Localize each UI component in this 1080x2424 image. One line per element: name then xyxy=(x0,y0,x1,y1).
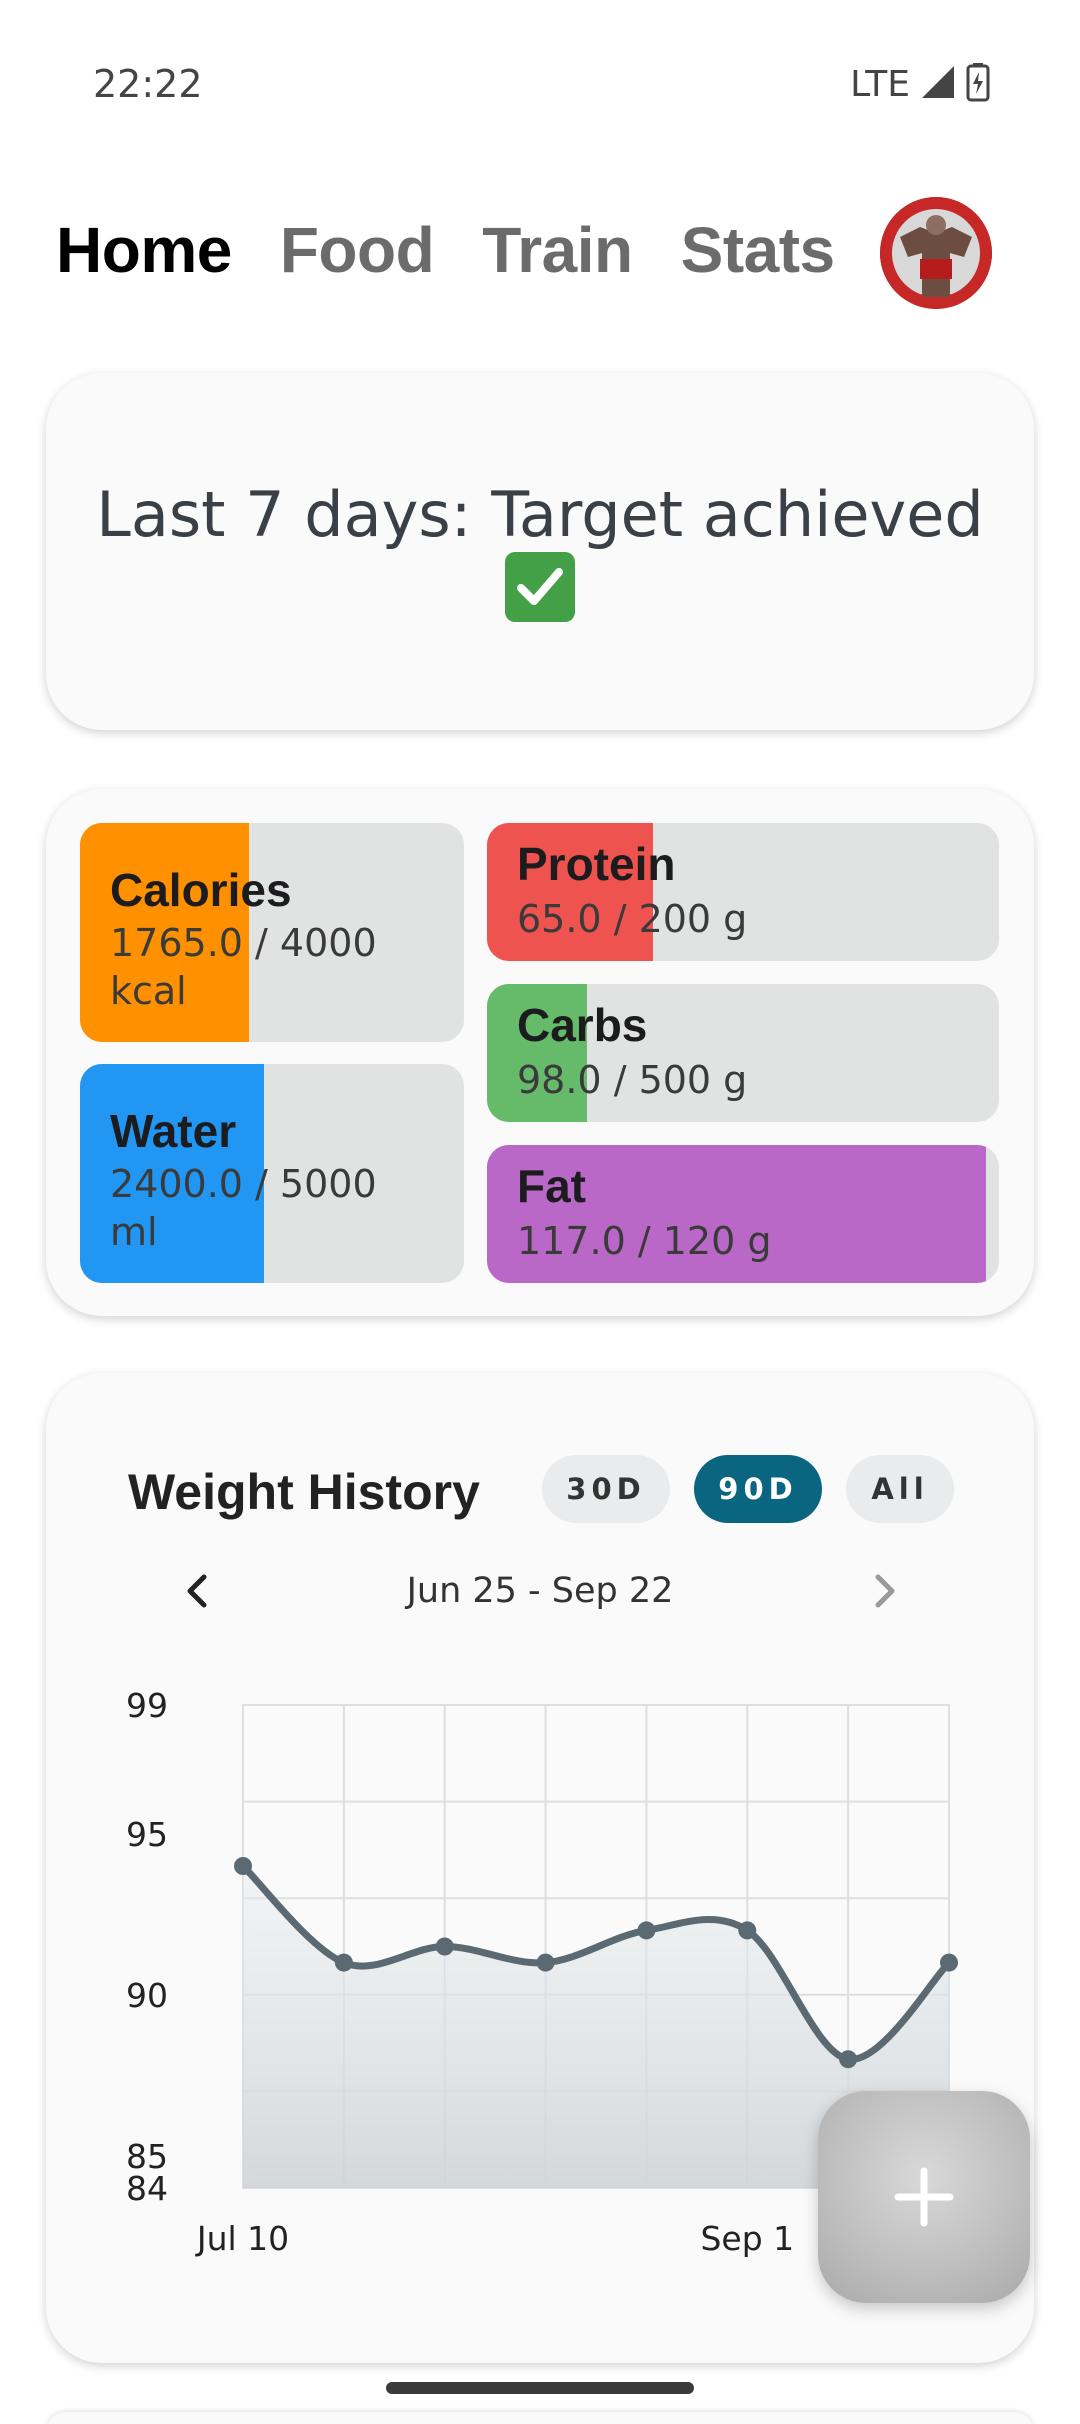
battery-icon xyxy=(966,62,990,107)
data-point xyxy=(435,1937,454,1956)
macros-card: Calories 1765.0 / 4000 kcal Water 2400.0… xyxy=(46,789,1034,1316)
protein-value: 65.0 / 200 g xyxy=(517,897,748,941)
y-tick-label: 99 xyxy=(126,1686,168,1725)
avatar[interactable] xyxy=(880,197,992,309)
calories-tile[interactable]: Calories 1765.0 / 4000 kcal xyxy=(80,823,464,1042)
water-value: 2400.0 / 5000 ml xyxy=(110,1160,377,1256)
target-status: Last 7 days: Target achieved xyxy=(46,478,1034,626)
status-time: 22:22 xyxy=(93,62,203,106)
data-point xyxy=(738,1921,757,1940)
target-achieved-card: Last 7 days: Target achieved xyxy=(46,373,1034,730)
carbs-title: Carbs xyxy=(517,999,648,1051)
y-tick-label: 84 xyxy=(126,2169,168,2208)
add-button[interactable] xyxy=(818,2091,1030,2303)
target-text: Last 7 days: Target achieved xyxy=(96,478,984,551)
data-point xyxy=(940,1953,958,1972)
water-value-unit: ml xyxy=(110,1210,158,1254)
check-mark-icon xyxy=(505,552,575,622)
data-point xyxy=(536,1953,555,1972)
calories-value-unit: kcal xyxy=(110,969,187,1013)
calories-title: Calories xyxy=(110,864,292,916)
protein-tile[interactable]: Protein 65.0 / 200 g xyxy=(487,823,999,961)
tab-home[interactable]: Home xyxy=(56,213,232,287)
fat-value: 117.0 / 120 g xyxy=(517,1219,772,1263)
y-tick-label: 95 xyxy=(126,1815,168,1854)
water-title: Water xyxy=(110,1105,237,1157)
calories-value: 1765.0 / 4000 kcal xyxy=(110,919,377,1015)
y-tick-label: 90 xyxy=(126,1976,168,2015)
data-point xyxy=(334,1953,353,1972)
top-nav: Home Food Train Stats xyxy=(56,205,883,295)
fat-tile[interactable]: Fat 117.0 / 120 g xyxy=(487,1145,999,1283)
network-type: LTE xyxy=(850,64,910,105)
carbs-tile[interactable]: Carbs 98.0 / 500 g xyxy=(487,984,999,1122)
plus-icon xyxy=(894,2167,954,2227)
x-tick-label: Sep 1 xyxy=(700,2219,794,2258)
carbs-value: 98.0 / 500 g xyxy=(517,1058,748,1102)
signal-icon xyxy=(920,64,956,105)
water-value-amount: 2400.0 / 5000 xyxy=(110,1162,377,1206)
calories-value-amount: 1765.0 / 4000 xyxy=(110,921,377,965)
fat-title: Fat xyxy=(517,1160,586,1212)
water-tile[interactable]: Water 2400.0 / 5000 ml xyxy=(80,1064,464,1283)
data-point xyxy=(839,2050,858,2069)
protein-title: Protein xyxy=(517,838,676,890)
tab-food[interactable]: Food xyxy=(280,213,435,287)
status-bar: 22:22 LTE xyxy=(0,0,1080,170)
home-indicator[interactable] xyxy=(386,2382,694,2394)
data-point xyxy=(234,1857,252,1875)
tab-train[interactable]: Train xyxy=(482,213,633,287)
x-tick-label: Jul 10 xyxy=(195,2219,289,2258)
next-card xyxy=(46,2412,1034,2424)
data-point xyxy=(637,1921,656,1940)
status-icons: LTE xyxy=(850,62,990,107)
tab-stats[interactable]: Stats xyxy=(681,213,836,287)
